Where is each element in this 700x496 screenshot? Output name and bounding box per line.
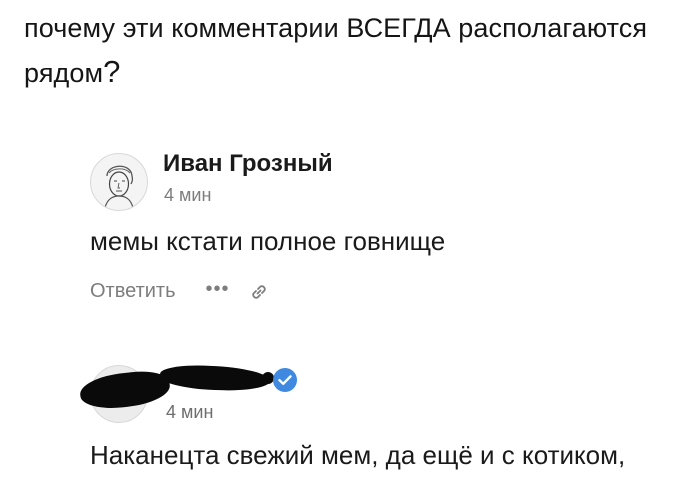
verified-badge-icon <box>273 368 297 392</box>
reply-button[interactable]: Ответить <box>90 280 176 303</box>
link-icon[interactable] <box>248 281 270 303</box>
comment-actions: Ответить ••• <box>90 278 270 303</box>
redacted-author-name <box>159 364 271 392</box>
portrait-sketch-icon <box>104 165 134 209</box>
comment-author[interactable]: Иван Грозный <box>163 150 333 178</box>
comment-text: Наканецта свежий мем, да ещё и с котиком… <box>90 440 626 470</box>
comment-text: мемы кстати полное говнище <box>90 226 446 256</box>
comment-timestamp[interactable]: 4 мин <box>164 185 211 206</box>
comment-timestamp[interactable]: 4 мин <box>166 402 213 423</box>
more-dots-icon[interactable]: ••• <box>206 278 230 301</box>
redaction-scribble <box>78 368 172 412</box>
caption-question-mark: ? <box>103 54 121 89</box>
avatar[interactable] <box>90 153 148 211</box>
post-caption: почему эти комментарии ВСЕГДА располагаю… <box>24 6 684 95</box>
screenshot-page: почему эти комментарии ВСЕГДА располагаю… <box>0 0 700 496</box>
